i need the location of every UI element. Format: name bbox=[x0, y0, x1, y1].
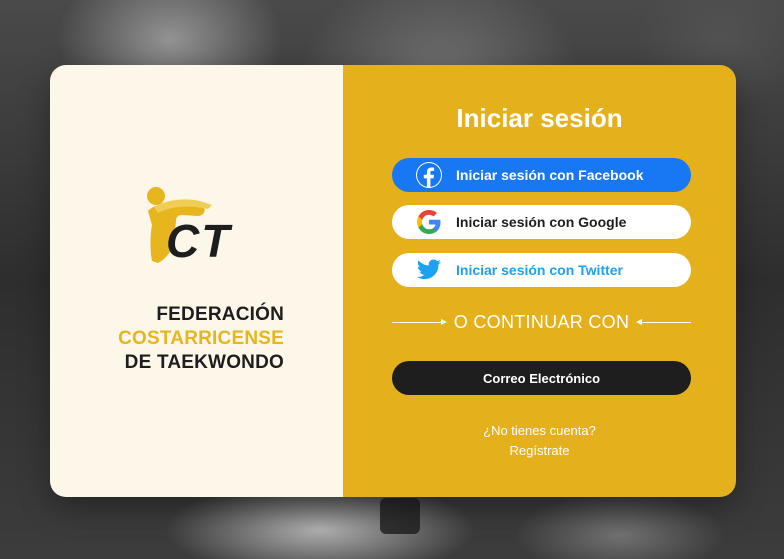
federation-name-line2: COSTARRICENSE bbox=[118, 328, 284, 349]
facebook-login-label: Iniciar sesión con Facebook bbox=[456, 167, 644, 183]
login-panel: Iniciar sesión Iniciar sesión con Facebo… bbox=[343, 65, 736, 497]
divider-line-left bbox=[392, 319, 447, 325]
facebook-login-button[interactable]: Iniciar sesión con Facebook bbox=[392, 158, 691, 192]
divider-line-right bbox=[636, 319, 691, 325]
background-patch bbox=[380, 498, 420, 534]
google-login-label: Iniciar sesión con Google bbox=[456, 214, 627, 230]
brand-panel: CT FEDERACIÓN COSTARRICENSE DE TAEKWONDO bbox=[50, 65, 343, 497]
google-login-button[interactable]: Iniciar sesión con Google bbox=[392, 205, 691, 239]
register-link[interactable]: Regístrate bbox=[343, 441, 736, 461]
twitter-icon bbox=[416, 257, 442, 283]
facebook-icon bbox=[416, 162, 442, 188]
google-icon bbox=[416, 209, 442, 235]
federation-logo: CT bbox=[147, 187, 233, 267]
login-card: CT FEDERACIÓN COSTARRICENSE DE TAEKWONDO… bbox=[50, 65, 736, 497]
no-account-text: ¿No tienes cuenta? bbox=[483, 423, 596, 438]
email-login-button[interactable]: Correo Electrónico bbox=[392, 361, 691, 395]
login-title: Iniciar sesión bbox=[456, 103, 623, 133]
divider-text: O CONTINUAR CON bbox=[453, 312, 630, 332]
twitter-login-label: Iniciar sesión con Twitter bbox=[456, 262, 624, 278]
logo-letters: CT bbox=[166, 215, 233, 267]
register-prompt: ¿No tienes cuenta? Regístrate bbox=[343, 421, 736, 461]
continue-divider: O CONTINUAR CON bbox=[392, 312, 691, 333]
federation-name-line3: DE TAEKWONDO bbox=[124, 352, 284, 373]
federation-name-line1: FEDERACIÓN bbox=[156, 304, 284, 325]
twitter-login-button[interactable]: Iniciar sesión con Twitter bbox=[392, 253, 691, 287]
federation-name: FEDERACIÓN COSTARRICENSE DE TAEKWONDO bbox=[118, 303, 284, 375]
